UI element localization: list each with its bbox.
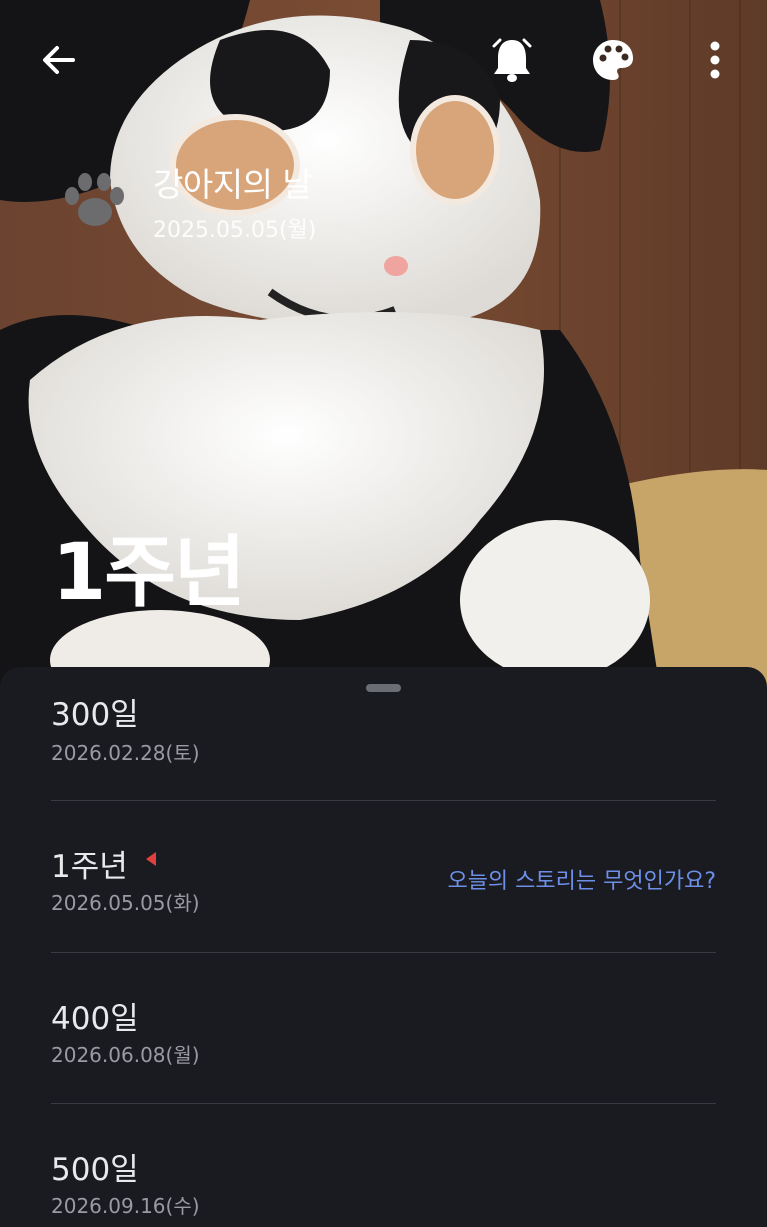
story-prompt-link[interactable]: 오늘의 스토리는 무엇인가요? bbox=[447, 863, 716, 895]
event-date: 2025.05.05(월) bbox=[153, 218, 317, 243]
today-marker-icon bbox=[146, 852, 156, 866]
milestone-item[interactable]: 400일 2026.06.08(월) bbox=[51, 953, 716, 1104]
milestone-label: 500일 bbox=[51, 1152, 139, 1188]
milestone-date: 2026.02.28(토) bbox=[51, 741, 200, 765]
notification-button[interactable] bbox=[480, 28, 544, 92]
milestone-headline: 1주년 bbox=[52, 528, 246, 618]
milestone-date: 2026.05.05(화) bbox=[51, 891, 200, 915]
milestone-label: 300일 bbox=[51, 697, 139, 733]
event-title: 강아지의 날 bbox=[153, 165, 313, 204]
theme-button[interactable] bbox=[581, 28, 645, 92]
bell-icon bbox=[492, 38, 532, 82]
milestone-label: 1주년 bbox=[51, 849, 128, 885]
milestone-item[interactable]: 300일 2026.02.28(토) bbox=[51, 667, 716, 817]
paw-icon bbox=[65, 173, 124, 226]
milestone-sheet[interactable]: 300일 2026.02.28(토) 1주년 2026.05.05(화) 오늘의… bbox=[0, 667, 767, 1227]
arrow-left-icon bbox=[43, 46, 75, 74]
milestone-item[interactable]: 1주년 2026.05.05(화) 오늘의 스토리는 무엇인가요? bbox=[51, 801, 716, 953]
milestone-date: 2026.06.08(월) bbox=[51, 1043, 200, 1067]
milestone-item[interactable]: 500일 2026.09.16(수) bbox=[51, 1104, 716, 1227]
hero-photo: 강아지의 날 2025.05.05(월) 1주년 bbox=[0, 0, 767, 690]
more-vertical-icon bbox=[710, 41, 720, 79]
palette-icon bbox=[593, 40, 633, 80]
milestone-label: 400일 bbox=[51, 1001, 139, 1037]
milestone-date: 2026.09.16(수) bbox=[51, 1194, 200, 1218]
back-button[interactable] bbox=[27, 28, 91, 92]
more-options-button[interactable] bbox=[683, 28, 747, 92]
